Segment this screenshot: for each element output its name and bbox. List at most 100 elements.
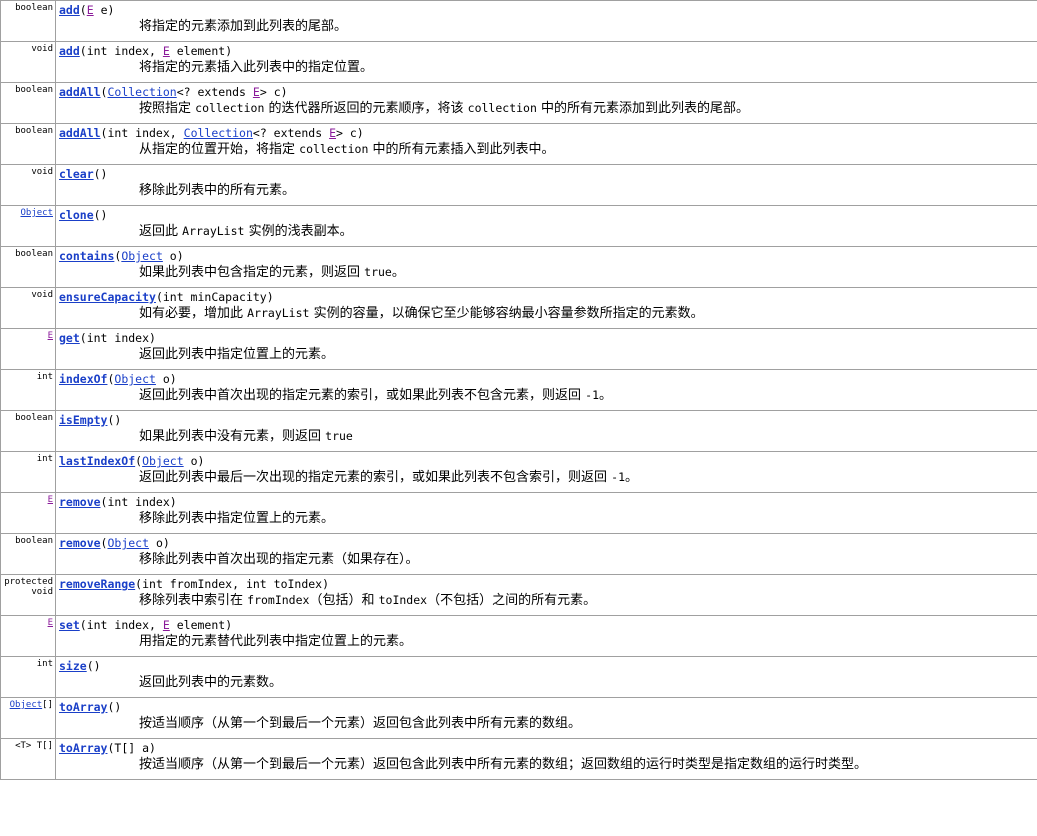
return-type-line: void [1, 587, 53, 597]
signature-text: () [93, 167, 108, 181]
method-signature: addAll(Collection<? extends E> c) [59, 85, 1037, 100]
method-row: boolean addAll(int index, Collection<? ex… [0, 123, 1037, 165]
method-row: int size() 返回此列表中的元素数。 [0, 656, 1037, 698]
method-row: boolean addAll(Collection<? extends E> c)… [0, 82, 1037, 124]
method-detail-cell: add(int index, E element) 将指定的元素插入此列表中的指定… [55, 41, 1037, 83]
return-type-cell: E [0, 492, 56, 534]
method-name-link[interactable]: clear [59, 167, 94, 181]
signature-text: () [86, 659, 101, 673]
method-description: 移除此列表中的所有元素。 [139, 182, 1037, 199]
method-name-link[interactable]: contains [59, 249, 114, 263]
method-row: boolean remove(Object o) 移除此列表中首次出现的指定元素（如… [0, 533, 1037, 575]
return-type-line: boolean [1, 413, 53, 423]
method-name-link[interactable]: addAll [59, 126, 101, 140]
return-type-cell: boolean [0, 410, 56, 452]
generic-type-link[interactable]: E [329, 126, 336, 140]
type-link[interactable]: Collection [184, 126, 253, 140]
signature-text: e) [93, 3, 115, 17]
return-type-cell: boolean [0, 82, 56, 124]
method-signature: contains(Object o) [59, 249, 1037, 264]
description-code: true [364, 265, 392, 279]
method-detail-cell: remove(int index) 移除此列表中指定位置上的元素。 [55, 492, 1037, 534]
description-text: 。 [625, 470, 639, 485]
generic-type-link[interactable]: E [253, 85, 260, 99]
method-name-link[interactable]: remove [59, 536, 101, 550]
return-type-link[interactable]: Object [10, 700, 43, 710]
method-detail-cell: clear() 移除此列表中的所有元素。 [55, 164, 1037, 206]
method-signature: remove(Object o) [59, 536, 1037, 551]
method-name-link[interactable]: toArray [59, 700, 107, 714]
generic-type-link[interactable]: E [87, 3, 94, 17]
return-type-line: void [1, 290, 53, 300]
signature-text: ( [79, 3, 87, 17]
return-type-cell: int [0, 451, 56, 493]
description-code: collection [467, 101, 537, 115]
return-type-link[interactable]: E [48, 331, 53, 341]
generic-type-link[interactable]: E [163, 44, 170, 58]
method-name-link[interactable]: indexOf [59, 372, 107, 386]
signature-text: (int index, [79, 44, 163, 58]
method-detail-cell: indexOf(Object o) 返回此列表中首次出现的指定元素的索引，或如果此… [55, 369, 1037, 411]
method-name-link[interactable]: get [59, 331, 80, 345]
description-text: 。 [391, 265, 405, 280]
signature-text: > c) [259, 85, 288, 99]
return-type-link[interactable]: E [48, 495, 53, 505]
method-name-link[interactable]: size [59, 659, 87, 673]
return-type-cell: protected void [0, 574, 56, 616]
type-link[interactable]: Object [107, 536, 149, 550]
signature-text: <? extends [176, 85, 253, 99]
method-signature: size() [59, 659, 1037, 674]
type-link[interactable]: Object [121, 249, 163, 263]
method-name-link[interactable]: addAll [59, 85, 101, 99]
description-text: 。 [599, 388, 613, 403]
description-text: 将指定的元素添加到此列表的尾部。 [139, 19, 348, 34]
method-signature: add(int index, E element) [59, 44, 1037, 59]
return-type-cell: <T> T[] [0, 738, 56, 780]
method-name-link[interactable]: isEmpty [59, 413, 107, 427]
method-name-link[interactable]: add [59, 3, 80, 17]
method-description: 用指定的元素替代此列表中指定位置上的元素。 [139, 633, 1037, 650]
description-text: 返回此列表中最后一次出现的指定元素的索引，或如果此列表不包含索引，则返回 [139, 470, 612, 485]
method-name-link[interactable]: ensureCapacity [59, 290, 156, 304]
method-signature: removeRange(int fromIndex, int toIndex) [59, 577, 1037, 592]
method-name-link[interactable]: toArray [59, 741, 107, 755]
return-type-cell: Object [0, 205, 56, 247]
method-signature: ensureCapacity(int minCapacity) [59, 290, 1037, 305]
signature-text: () [107, 700, 122, 714]
return-type-text: boolean [15, 413, 53, 423]
method-name-link[interactable]: clone [59, 208, 94, 222]
description-text: 返回此 [139, 224, 183, 239]
method-signature: toArray() [59, 700, 1037, 715]
description-code: ArrayList [182, 224, 245, 238]
signature-text: (int fromIndex, int toIndex) [135, 577, 330, 591]
return-type-line: boolean [1, 126, 53, 136]
method-signature: addAll(int index, Collection<? extends E… [59, 126, 1037, 141]
method-signature: clear() [59, 167, 1037, 182]
type-link[interactable]: Object [114, 372, 156, 386]
return-type-link[interactable]: Object [20, 208, 53, 218]
method-detail-cell: contains(Object o) 如果此列表中包含指定的元素，则返回 true… [55, 246, 1037, 288]
generic-type-link[interactable]: E [163, 618, 170, 632]
return-type-text: void [31, 290, 53, 300]
method-name-link[interactable]: removeRange [59, 577, 135, 591]
method-name-link[interactable]: add [59, 44, 80, 58]
return-type-line: int [1, 659, 53, 669]
signature-text: () [107, 413, 122, 427]
description-text: （包括）和 [309, 593, 379, 608]
description-text: 按适当顺序（从第一个到最后一个元素）返回包含此列表中所有元素的数组。 [139, 716, 582, 731]
method-description: 移除此列表中首次出现的指定元素（如果存在）。 [139, 551, 1037, 568]
signature-text: o) [149, 536, 170, 550]
return-type-cell: boolean [0, 533, 56, 575]
method-description: 如果此列表中没有元素，则返回 true [139, 428, 1037, 445]
method-detail-cell: size() 返回此列表中的元素数。 [55, 656, 1037, 698]
description-code: collection [299, 142, 369, 156]
return-type-link[interactable]: E [48, 618, 53, 628]
type-link[interactable]: Collection [107, 85, 176, 99]
method-name-link[interactable]: lastIndexOf [59, 454, 135, 468]
type-link[interactable]: Object [142, 454, 184, 468]
method-name-link[interactable]: set [59, 618, 80, 632]
method-name-link[interactable]: remove [59, 495, 101, 509]
return-type-cell: boolean [0, 246, 56, 288]
method-detail-cell: set(int index, E element) 用指定的元素替代此列表中指定位… [55, 615, 1037, 657]
method-row: void ensureCapacity(int minCapacity) 如有必要，… [0, 287, 1037, 329]
